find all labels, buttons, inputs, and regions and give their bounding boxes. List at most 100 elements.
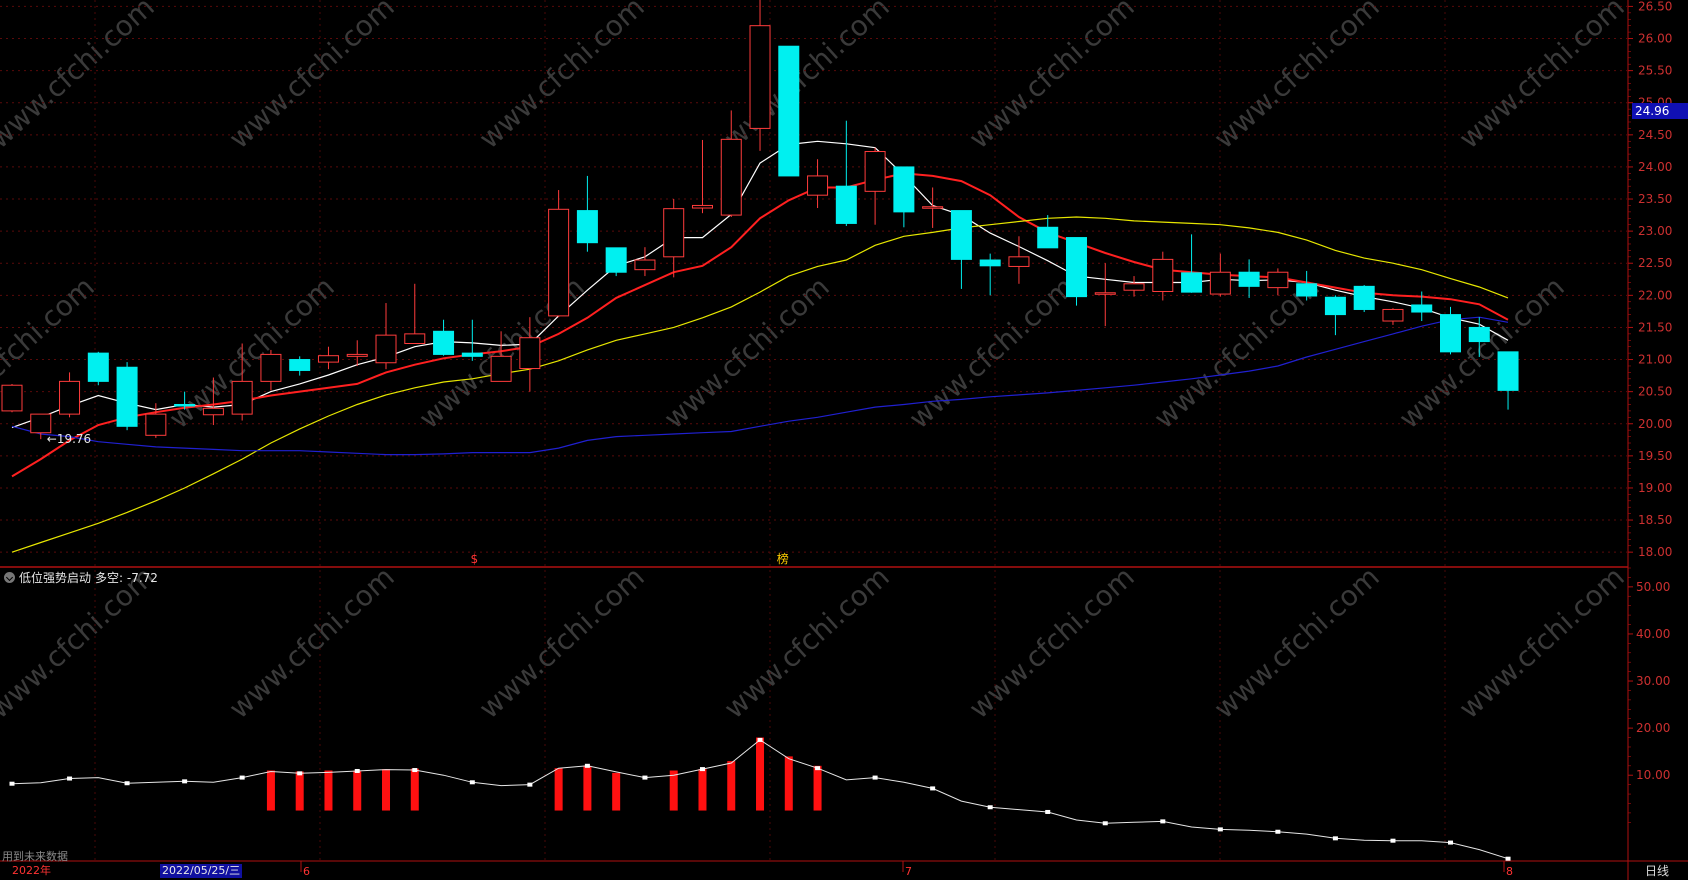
watermark-layer: www.cfchi.com www.cfchi.com www.cfchi.com w… xyxy=(0,0,1631,725)
indicator-point xyxy=(642,775,648,780)
price-tick-label: 23.50 xyxy=(1638,192,1672,206)
candle-body xyxy=(1123,283,1145,291)
indicator-tick-label: 50.00 xyxy=(1636,580,1670,594)
indicator-tick-label: 30.00 xyxy=(1636,674,1670,688)
candle-body xyxy=(231,380,253,415)
price-tick-label: 22.50 xyxy=(1638,256,1672,270)
indicator-point xyxy=(1160,819,1166,824)
candle-body xyxy=(893,166,915,213)
indicator-tick-label: 10.00 xyxy=(1636,768,1670,782)
current-price-tag: 24.96 xyxy=(1632,103,1688,119)
indicator-point xyxy=(1448,840,1453,845)
indicator-point xyxy=(354,768,360,773)
month-label: 7 xyxy=(905,865,912,878)
month-label: 6 xyxy=(303,865,310,878)
indicator-point xyxy=(584,763,590,768)
indicator-header: 低位强势启动 多空: -7.72 xyxy=(4,569,158,586)
candle-body xyxy=(59,380,81,415)
cursor-date: 2022/05/25/三 xyxy=(160,864,243,878)
watermark-text: www.cfchi.com xyxy=(718,560,896,725)
indicator-point xyxy=(67,776,73,781)
candle-body xyxy=(1238,271,1260,287)
indicator-point xyxy=(469,780,475,785)
candle-body xyxy=(1,384,23,412)
candle-body xyxy=(1209,271,1231,295)
candle-body xyxy=(691,204,713,209)
candle-body xyxy=(1296,283,1318,297)
price-tick-label: 25.50 xyxy=(1638,64,1672,78)
price-tick-label: 18.00 xyxy=(1638,545,1672,559)
signal-bar xyxy=(324,770,333,811)
signal-bar xyxy=(727,761,736,811)
indicator-point xyxy=(1505,856,1511,861)
price-tick-label: 18.50 xyxy=(1638,513,1672,527)
price-tick-label: 26.50 xyxy=(1638,0,1672,13)
signal-bar xyxy=(353,770,362,811)
signal-bar xyxy=(813,765,822,811)
candle-body xyxy=(950,210,972,260)
indicator-point xyxy=(1102,821,1108,826)
indicator-tick-label: 20.00 xyxy=(1636,721,1670,735)
indicator-point xyxy=(1217,827,1223,832)
candle-body xyxy=(490,355,512,382)
watermark-text: www.cfchi.com xyxy=(963,560,1141,725)
candle-body xyxy=(605,247,627,273)
candle-body xyxy=(87,352,109,382)
candle-body xyxy=(864,151,886,192)
candle-body xyxy=(1324,296,1346,316)
signal-bar xyxy=(612,772,621,811)
candle-body xyxy=(404,333,426,344)
month-label: 8 xyxy=(1506,865,1513,878)
watermark-text: www.cfchi.com xyxy=(1453,0,1631,155)
candle-body xyxy=(202,407,224,416)
watermark-text: www.cfchi.com xyxy=(473,560,651,725)
candle-body xyxy=(1065,237,1087,298)
candle-body xyxy=(548,208,570,317)
indicator-point xyxy=(1275,829,1281,834)
signal-bar xyxy=(784,756,793,811)
watermark-text: www.cfchi.com xyxy=(0,0,161,155)
watermark-text: www.cfchi.com xyxy=(1453,560,1631,725)
indicator-name: 低位强势启动 xyxy=(19,571,92,585)
period-label[interactable]: 日线 xyxy=(1645,864,1669,879)
price-tick-label: 24.00 xyxy=(1638,160,1672,174)
indicator-point xyxy=(124,781,130,786)
indicator-point xyxy=(9,781,15,786)
price-tick-label: 20.50 xyxy=(1638,385,1672,399)
price-tick-label: 21.00 xyxy=(1638,353,1672,367)
price-tick-label: 22.00 xyxy=(1638,288,1672,302)
candle-body xyxy=(663,208,685,258)
indicator-point xyxy=(527,782,533,787)
watermark-text: www.cfchi.com xyxy=(223,0,401,155)
candle-body xyxy=(433,330,455,355)
indicator-point xyxy=(239,775,245,780)
candle-body xyxy=(30,413,52,434)
watermark-text: www.cfchi.com xyxy=(963,0,1141,155)
candle-body xyxy=(1353,285,1375,310)
price-tick-label: 24.50 xyxy=(1638,128,1672,142)
indicator-value: 多空: -7.72 xyxy=(95,571,158,585)
future-data-note: 用到未来数据 xyxy=(2,850,68,863)
candle-body xyxy=(116,366,138,427)
candle-body xyxy=(720,138,742,216)
price-tick-label: 23.00 xyxy=(1638,224,1672,238)
collapse-icon[interactable] xyxy=(4,572,15,583)
candle-body xyxy=(174,403,196,407)
candle-body xyxy=(1008,256,1030,267)
event-marker-bang: 榜 xyxy=(777,551,789,566)
candle-body xyxy=(289,359,311,371)
watermark-text: www.cfchi.com xyxy=(223,560,401,725)
signal-bar xyxy=(554,768,563,811)
candle-body xyxy=(979,259,1001,267)
indicator-point xyxy=(297,771,303,776)
candle-body xyxy=(1152,258,1174,292)
indicator-point xyxy=(1045,809,1051,814)
signal-bar xyxy=(583,765,592,811)
indicator-point xyxy=(872,775,878,780)
candle-body xyxy=(1468,326,1490,343)
candle-body xyxy=(634,259,656,271)
signal-bar xyxy=(266,770,275,811)
candle-body xyxy=(1497,351,1519,391)
signal-bar xyxy=(756,737,765,811)
stock-chart[interactable]: www.cfchi.com www.cfchi.com www.cfchi.com w… xyxy=(0,0,1688,880)
